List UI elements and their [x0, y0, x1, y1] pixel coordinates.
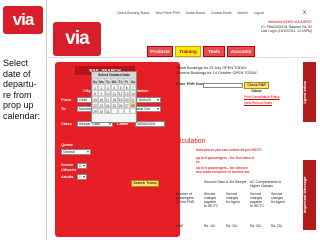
check-pnr-button[interactable]: Check PNR Status: [244, 82, 269, 93]
caption-line: prop up: [3, 100, 34, 111]
via-logo: via: [3, 6, 43, 34]
senior-citizens-select[interactable]: 0: [77, 163, 87, 169]
caption-line: Select: [3, 58, 29, 68]
caption-line: departu-: [3, 79, 37, 90]
table-col-irctc-2nd: Service charges payable to IRCTC: [204, 192, 224, 208]
general-info: General Bookings for 14 October OPEN TOD…: [176, 70, 258, 75]
table-col-agent-ac: Service charges for Agent: [271, 192, 291, 204]
table-cell: Rs. 20/-: [250, 224, 262, 228]
adults-select[interactable]: 1: [77, 174, 87, 180]
tab-products[interactable]: Products: [147, 46, 173, 57]
check-booking-link[interactable]: Check Booking Status: [117, 11, 149, 15]
calendar-day[interactable]: 30: [98, 108, 105, 114]
station-label: Station: [135, 88, 149, 93]
caption-line: calendar:: [3, 110, 41, 121]
screenshot-window: Check Booking Status View Prime PNR Noti…: [46, 0, 316, 240]
cancellation-policy-link[interactable]: Print Cancellation Policy: [244, 95, 280, 99]
to-label: To: [61, 106, 66, 111]
city-label: City: [83, 88, 91, 93]
table-col-irctc-ac: Service charges payable to IRCTC: [250, 192, 270, 208]
refund-rules-link[interactable]: View Refund Rules: [244, 101, 272, 105]
calendar-day: [129, 108, 136, 114]
table-cell: in One PNR: [176, 200, 195, 204]
close-icon[interactable]: x: [303, 8, 306, 18]
tab-training[interactable]: Training: [175, 46, 201, 57]
table-cell: Rs. 10/-: [226, 224, 238, 228]
contact-email-link[interactable]: Contact Email: [211, 11, 232, 15]
calc-note: ove class inclusive of service tax: [196, 170, 250, 174]
table-cell: to IRCTC: [250, 204, 265, 208]
agent-inbox-tab[interactable]: Agent Inbox: [302, 62, 316, 122]
welcome-block: Welcome DEMO VIA AGENT ID: FBAG004378, B…: [197, 20, 312, 34]
date-picker-calendar[interactable]: Select Onward Date Su Mo Tu We Th Fr Sa 1 2 3 4 5 6 7…: [91, 71, 137, 123]
table-cell: for Agent: [271, 200, 285, 204]
via-logo-header[interactable]: via: [53, 22, 101, 56]
table-cell: Rs. 20/-: [271, 224, 283, 228]
table-row-label: ONE: [176, 224, 184, 228]
quota-label: Quota: [61, 142, 73, 147]
logout-link[interactable]: Logout: [254, 11, 264, 15]
top-links-bar: Check Booking Status View Prime PNR Noti…: [47, 8, 316, 18]
search-link[interactable]: Search: [237, 11, 247, 15]
calc-note: How prices you can collect as per IRCTC: [196, 148, 262, 152]
important-message-tab[interactable]: Important Message: [302, 160, 316, 230]
calendar-day: [110, 108, 118, 114]
last-login-line: Last Login (15/10/2011, 12:00PM): [260, 29, 312, 33]
caption-line: date of: [3, 68, 31, 79]
adults-label: Adults: [61, 174, 74, 179]
booking-info: Tatkal Bookings for 29 July OPEN TODAY G…: [176, 66, 286, 76]
calendar-grid: Su Mo Tu We Th Fr Sa 1 2 3 4 5 6 7 8 9 10 11 12 13 14 15 16 17 1…: [92, 78, 136, 114]
quota-select[interactable]: General: [61, 149, 91, 155]
table-col-passengers: Number of passengers in One PNR: [176, 192, 202, 204]
search-trains-button[interactable]: Search Trains: [131, 180, 159, 187]
senior-citizens-label: Senior Citizens: [61, 162, 77, 172]
date-input[interactable]: 28/08/2009: [135, 121, 165, 127]
notice-board-link[interactable]: Notice Board: [186, 11, 205, 15]
instruction-caption: Select date of departu- re from prop up …: [3, 58, 43, 122]
calculation-heading: alculation: [176, 138, 206, 145]
table-cell: for Agent: [226, 200, 240, 204]
caption-line: re from: [3, 89, 32, 100]
table-cell: to IRCTC: [204, 204, 219, 208]
table-cell: Rs. 10/-: [204, 224, 216, 228]
tab-tools[interactable]: Tools: [203, 46, 225, 57]
pnr-input[interactable]: [203, 83, 243, 88]
view-prime-pnr-link[interactable]: View Prime PNR: [155, 11, 180, 15]
table-col-agent-2nd: Service charges for Agent: [226, 192, 246, 204]
table-head-second-class: Second Class & 3rd Sleeper: [204, 180, 247, 184]
calc-note: rs.: [196, 160, 201, 164]
tab-accounts[interactable]: Accounts: [227, 46, 255, 57]
table-head-ac: AC Compartments & Higher Classes: [250, 180, 282, 188]
from-label: From: [61, 97, 71, 102]
class-label: Class: [61, 121, 72, 126]
